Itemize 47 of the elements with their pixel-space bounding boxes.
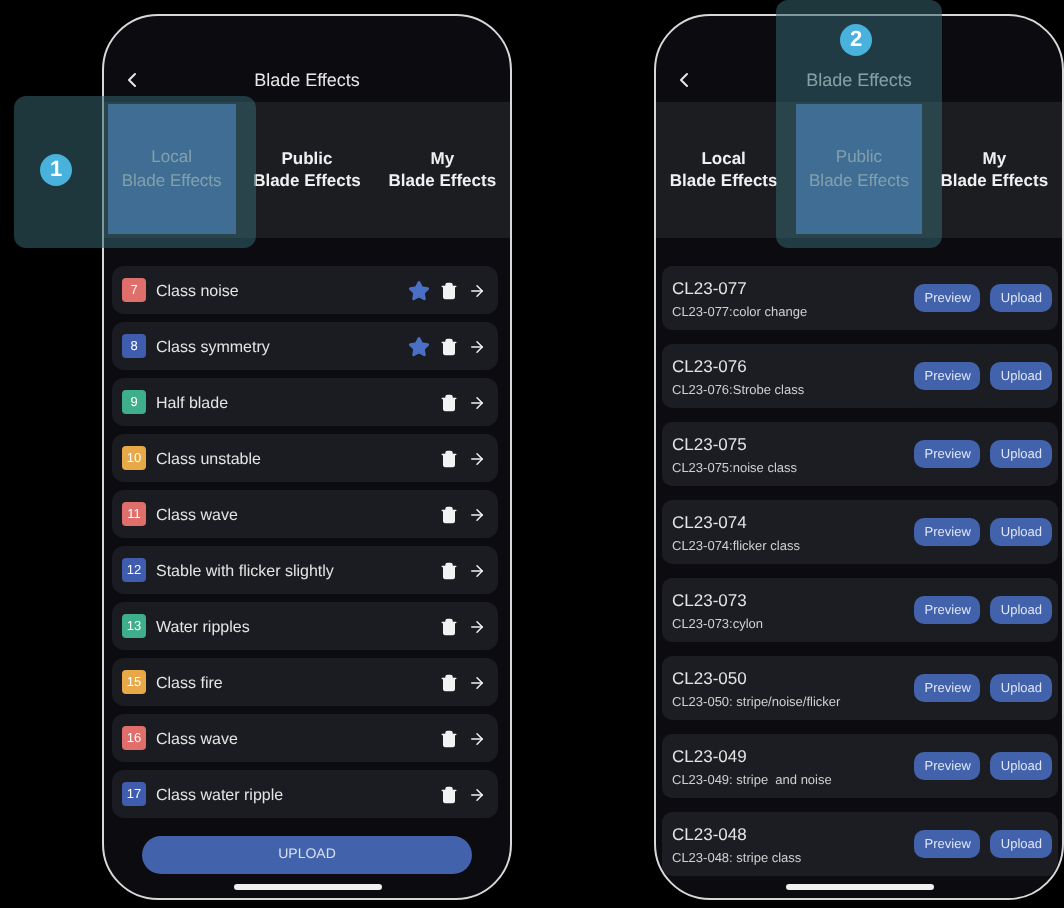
trash-icon[interactable] (440, 281, 458, 299)
arrow-right-icon[interactable] (468, 449, 486, 467)
trash-icon[interactable] (440, 673, 458, 691)
arrow-right-icon[interactable] (468, 337, 486, 355)
effect-name: Class wave (156, 505, 240, 523)
trash-icon[interactable] (440, 393, 458, 411)
arrow-right-icon[interactable] (468, 505, 486, 523)
effect-code: CL23-073 (672, 589, 749, 609)
effect-name: Class fire (156, 673, 225, 691)
arrow-right-icon[interactable] (468, 281, 486, 299)
trash-icon[interactable] (440, 449, 458, 467)
effect-name: Class water ripple (156, 785, 286, 803)
arrow-right-icon[interactable] (468, 393, 486, 411)
tab[interactable]: Local Blade Effects (656, 102, 792, 238)
star-icon[interactable] (408, 335, 430, 357)
effect-name: Water ripples (156, 617, 252, 635)
effect-name: Stable with flicker slightly (156, 561, 336, 579)
trash-icon[interactable] (440, 729, 458, 747)
arrow-right-icon[interactable] (468, 673, 486, 691)
arrow-right-icon[interactable] (468, 785, 486, 803)
trash-icon[interactable] (440, 785, 458, 803)
arrow-right-icon[interactable] (468, 617, 486, 635)
tab[interactable]: My Blade Effects (926, 102, 1062, 238)
trash-icon[interactable] (440, 561, 458, 579)
step-badge: 1 (40, 154, 72, 186)
effect-name: Class noise (156, 281, 241, 299)
effect-code: CL23-050 (672, 667, 749, 687)
effect-name: Half blade (156, 393, 231, 411)
screen-title: Blade Effects (806, 70, 912, 90)
effect-code: CL23-074 (672, 511, 749, 531)
trash-icon[interactable] (440, 505, 458, 523)
effect-name: Class unstable (156, 449, 263, 467)
tab[interactable]: Public Blade Effects (239, 102, 375, 238)
tab[interactable]: My Blade Effects (374, 102, 510, 238)
arrow-right-icon[interactable] (468, 561, 486, 579)
star-icon[interactable] (408, 279, 430, 301)
arrow-right-icon[interactable] (468, 729, 486, 747)
effect-code: CL23-049 (672, 745, 749, 765)
effect-code: CL23-075 (672, 433, 749, 453)
trash-icon[interactable] (440, 617, 458, 635)
effect-code: CL23-077 (672, 277, 749, 297)
effect-code: CL23-076 (672, 355, 749, 375)
screen-title: Blade Effects (254, 70, 360, 90)
effect-code: CL23-048 (672, 823, 749, 843)
effect-name: Class wave (156, 729, 240, 747)
trash-icon[interactable] (440, 337, 458, 355)
effect-name: Class symmetry (156, 337, 272, 355)
